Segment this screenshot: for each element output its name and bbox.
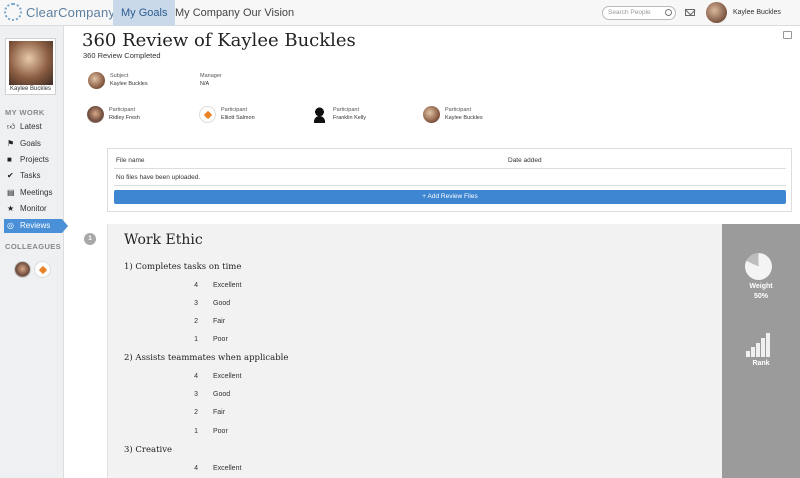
participant-name[interactable]: Franklin Kelly (333, 115, 366, 121)
sidebar-item-label: Meetings (20, 188, 53, 197)
option-value: 1 (194, 428, 198, 435)
my-work-heading: MY WORK (5, 108, 45, 117)
participant-name[interactable]: Ridley Fresh (109, 115, 140, 121)
option-value: 4 (194, 465, 198, 472)
participant-role: Participant (333, 107, 359, 113)
sidebar-item-tasks[interactable]: ✔ Tasks (4, 169, 62, 183)
briefcase-icon: ■ (7, 155, 12, 164)
colleague-avatar[interactable] (14, 261, 31, 278)
sidebar-item-goals[interactable]: ⚑ Goals (4, 137, 62, 151)
avatar (311, 106, 328, 123)
flag-icon: ⚑ (7, 139, 15, 148)
divider (114, 168, 786, 169)
rank-bars-icon (746, 333, 772, 357)
option-value: 4 (194, 282, 198, 289)
option-value: 3 (194, 391, 198, 398)
search-input[interactable]: Search People (602, 6, 676, 20)
logo-text: ClearCompany (26, 4, 116, 20)
list-icon: ▤ (7, 188, 15, 197)
profile-photo (9, 41, 53, 85)
add-review-files-button[interactable]: + Add Review Files (114, 190, 786, 204)
sidebar: Kaylee Buckles MY WORK 👍︎ Latest ⚑ Goals… (0, 26, 68, 478)
weight-pie-icon (745, 253, 772, 280)
participant-role: Participant (445, 107, 471, 113)
rank-label: Rank (752, 360, 770, 367)
colleague-avatar[interactable] (34, 261, 51, 278)
avatar (199, 106, 216, 123)
sidebar-item-label: Tasks (20, 171, 41, 180)
avatar[interactable] (706, 2, 727, 23)
option-value: 4 (194, 373, 198, 380)
mail-icon[interactable] (685, 9, 695, 16)
empty-message: No files have been uploaded. (116, 174, 201, 181)
option-value: 2 (194, 409, 198, 416)
participant-name[interactable]: Elliott Salmon (221, 115, 255, 121)
page-title: 360 Review of Kaylee Buckles (82, 30, 356, 51)
user-name[interactable]: Kaylee Buckles (733, 0, 781, 25)
search-placeholder: Search People (608, 9, 651, 16)
section-title: Work Ethic (124, 232, 203, 248)
option-label[interactable]: Good (213, 300, 230, 307)
option-label[interactable]: Fair (213, 409, 225, 416)
participant-role: Participant (109, 107, 135, 113)
option-label[interactable]: Poor (213, 428, 228, 435)
question: 2) Assists teammates when applicable (124, 353, 289, 363)
avatar (423, 106, 440, 123)
option-label[interactable]: Poor (213, 336, 228, 343)
option-value: 2 (194, 318, 198, 325)
manager-name: N/A (200, 81, 210, 87)
sidebar-item-label: Reviews (20, 221, 51, 230)
avatar (88, 72, 105, 89)
option-label[interactable]: Good (213, 391, 230, 398)
weight-value: 50% (753, 293, 768, 300)
top-nav-bar: ClearCompany My Goals My Company Our Vis… (0, 0, 800, 26)
question: 3) Creative (124, 445, 173, 455)
sidebar-item-meetings[interactable]: ▤ Meetings (4, 186, 62, 200)
sidebar-item-label: Latest (20, 122, 42, 131)
sidebar-item-label: Goals (20, 139, 41, 148)
participant-name[interactable]: Kaylee Buckles (445, 115, 483, 121)
tab-our-vision[interactable]: Our Vision (235, 0, 302, 26)
option-label[interactable]: Fair (213, 318, 225, 325)
star-icon: ★ (7, 204, 15, 213)
col-file-name: File name (116, 157, 145, 164)
subject-role: Subject (110, 73, 129, 79)
col-date-added: Date added (508, 157, 542, 164)
logo-icon (4, 3, 22, 21)
sidebar-item-projects[interactable]: ■ Projects (4, 153, 62, 167)
sidebar-item-latest[interactable]: 👍︎ Latest (4, 120, 62, 134)
sidebar-item-label: Monitor (20, 204, 47, 213)
sidebar-item-monitor[interactable]: ★ Monitor (4, 202, 62, 216)
option-label[interactable]: Excellent (213, 373, 241, 380)
profile-card[interactable]: Kaylee Buckles (5, 38, 56, 95)
avatar (87, 106, 104, 123)
check-circle-icon: ✔ (7, 171, 14, 180)
profile-name: Kaylee Buckles (9, 86, 52, 92)
divider (114, 185, 786, 186)
thumbs-up-icon: 👍︎ (7, 122, 16, 131)
question: 1) Completes tasks on time (124, 262, 242, 272)
sidebar-item-reviews[interactable]: ◎ Reviews (4, 219, 68, 233)
sidebar-item-label: Projects (20, 155, 49, 164)
manager-role: Manager (200, 73, 222, 79)
option-value: 3 (194, 300, 198, 307)
search-icon[interactable] (665, 9, 672, 16)
option-label[interactable]: Excellent (213, 465, 241, 472)
logo[interactable]: ClearCompany (4, 3, 115, 21)
review-files-panel: File name Date added No files have been … (107, 148, 792, 212)
option-value: 1 (194, 336, 198, 343)
refresh-circle-icon: ◎ (7, 221, 14, 230)
print-icon[interactable] (783, 31, 792, 39)
review-status: 360 Review Completed (83, 51, 161, 60)
weight-label: Weight (749, 283, 773, 290)
section-number-badge: 1 (84, 233, 96, 245)
option-label[interactable]: Excellent (213, 282, 241, 289)
participant-role: Participant (221, 107, 247, 113)
colleagues-heading: COLLEAGUES (5, 242, 62, 251)
subject-name[interactable]: Kaylee Buckles (110, 81, 148, 87)
